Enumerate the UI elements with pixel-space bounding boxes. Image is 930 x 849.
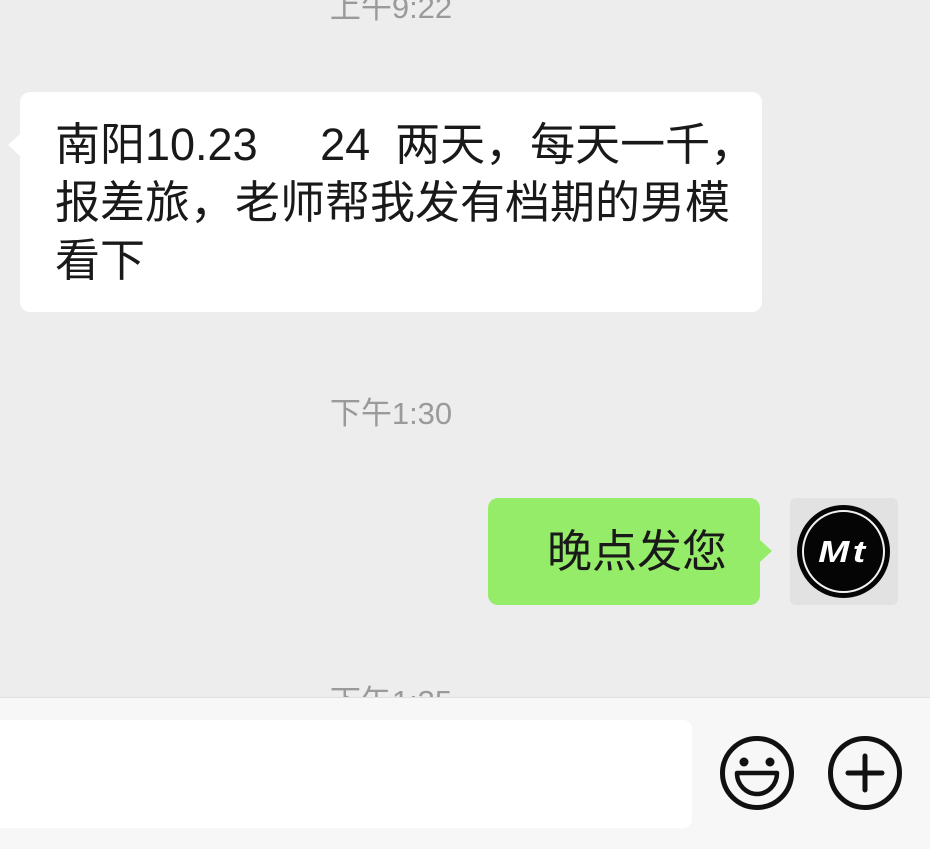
avatar-logo-text: Mt bbox=[818, 534, 869, 569]
plus-sign bbox=[845, 753, 885, 793]
timestamp: 下午1:35 bbox=[241, 682, 541, 697]
message-line: 看下 bbox=[55, 235, 146, 286]
more-button[interactable] bbox=[826, 734, 904, 812]
emoji-button[interactable] bbox=[718, 734, 796, 812]
incoming-message-bubble[interactable]: 南阳10.23 24 两天，每天一千， 报差旅，老师帮我发有档期的男模 看下 bbox=[8, 92, 762, 312]
avatar-logo: Mt bbox=[797, 505, 890, 598]
emoji-left-eye bbox=[739, 757, 749, 767]
message-input[interactable] bbox=[0, 720, 692, 828]
bubble-tail bbox=[760, 540, 772, 562]
input-bar bbox=[0, 697, 930, 849]
timestamp: 上午9:22 bbox=[329, 0, 453, 25]
emoji-right-eye bbox=[765, 757, 775, 767]
emoji-mouth bbox=[734, 770, 780, 797]
emoji-icon[interactable] bbox=[718, 734, 796, 812]
outgoing-message-bubble[interactable]: 晚点发您 bbox=[488, 498, 772, 605]
bubble-tail bbox=[8, 134, 20, 156]
message-line: 南阳10.23 24 两天，每天一千， bbox=[55, 119, 756, 170]
my-avatar[interactable]: Mt bbox=[790, 498, 898, 605]
message-line: 报差旅，老师帮我发有档期的男模 bbox=[55, 177, 731, 228]
message-text: 晚点发您 bbox=[546, 526, 727, 577]
chat-history[interactable]: 上午9:22 南阳10.23 24 两天，每天一千， 报差旅，老师帮我发有档期的… bbox=[0, 0, 930, 697]
plus-circle-icon[interactable] bbox=[826, 734, 904, 812]
timestamp: 下午1:30 bbox=[329, 396, 453, 431]
